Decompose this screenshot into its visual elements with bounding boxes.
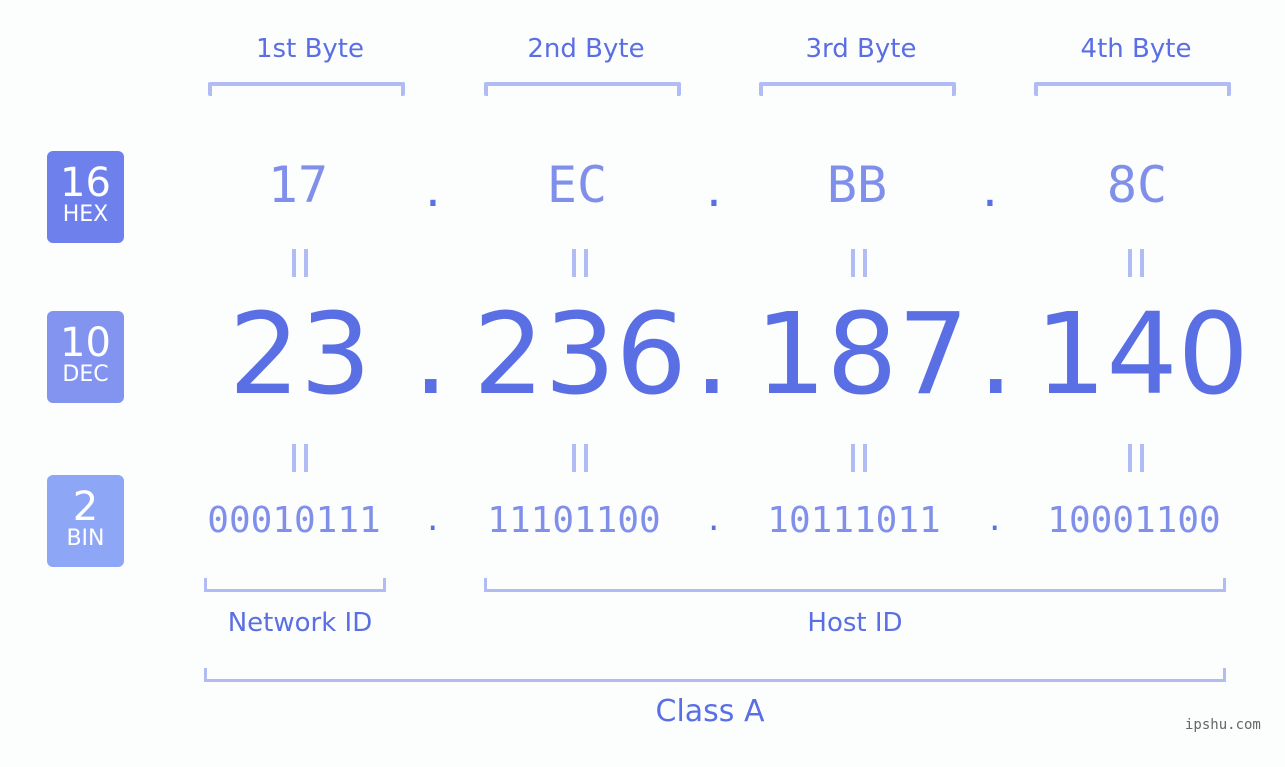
hex-value-4: 8C <box>1106 156 1168 214</box>
bin-dot-3: . <box>989 498 1001 539</box>
host-id-bracket <box>484 578 1226 592</box>
equals-sign <box>285 441 315 481</box>
dec-dot-2: . <box>694 290 730 420</box>
dec-value-3: 187 <box>755 290 969 420</box>
equals-sign <box>565 246 595 286</box>
network-id-bracket <box>204 578 386 592</box>
dec-dot-1: . <box>413 290 449 420</box>
byte-bracket-2 <box>484 82 681 96</box>
network-id-label: Network ID <box>227 608 373 638</box>
equals-sign <box>844 246 874 286</box>
byte-label-4: 4th Byte <box>1080 34 1192 64</box>
byte-bracket-1 <box>208 82 405 96</box>
bin-dot-2: . <box>708 498 720 539</box>
byte-label-2: 2nd Byte <box>527 34 645 64</box>
hex-value-1: 17 <box>267 156 329 214</box>
equals-sign <box>1121 246 1151 286</box>
dec-label: DEC <box>62 362 109 387</box>
class-bracket <box>204 668 1226 682</box>
bin-value-3: 10111011 <box>767 500 941 541</box>
bin-badge: 2 BIN <box>47 475 124 567</box>
hex-value-2: EC <box>546 156 608 214</box>
dec-badge: 10 DEC <box>47 311 124 403</box>
hex-dot-1: . <box>425 160 441 218</box>
dec-dot-3: . <box>978 290 1014 420</box>
dec-value-2: 236 <box>473 290 687 420</box>
bin-label: BIN <box>66 526 105 551</box>
hex-dot-3: . <box>982 160 998 218</box>
hex-badge: 16 HEX <box>47 151 124 243</box>
watermark: ipshu.com <box>1185 717 1261 733</box>
dec-value-1: 23 <box>228 290 372 420</box>
bin-value-1: 00010111 <box>207 500 381 541</box>
byte-label-3: 3rd Byte <box>805 34 917 64</box>
bin-value-2: 11101100 <box>487 500 661 541</box>
class-label: Class A <box>655 694 765 729</box>
equals-sign <box>565 441 595 481</box>
bin-dot-1: . <box>427 498 439 539</box>
hex-dot-2: . <box>706 160 722 218</box>
byte-bracket-4 <box>1034 82 1231 96</box>
equals-sign <box>1121 441 1151 481</box>
host-id-label: Host ID <box>807 608 903 638</box>
bin-base: 2 <box>72 484 99 530</box>
bin-value-4: 10001100 <box>1047 500 1221 541</box>
dec-base: 10 <box>60 320 111 366</box>
byte-label-1: 1st Byte <box>256 34 364 64</box>
equals-sign <box>285 246 315 286</box>
dec-value-4: 140 <box>1035 290 1249 420</box>
hex-value-3: BB <box>826 156 888 214</box>
equals-sign <box>844 441 874 481</box>
hex-label: HEX <box>62 202 109 227</box>
byte-bracket-3 <box>759 82 956 96</box>
hex-base: 16 <box>60 160 111 206</box>
